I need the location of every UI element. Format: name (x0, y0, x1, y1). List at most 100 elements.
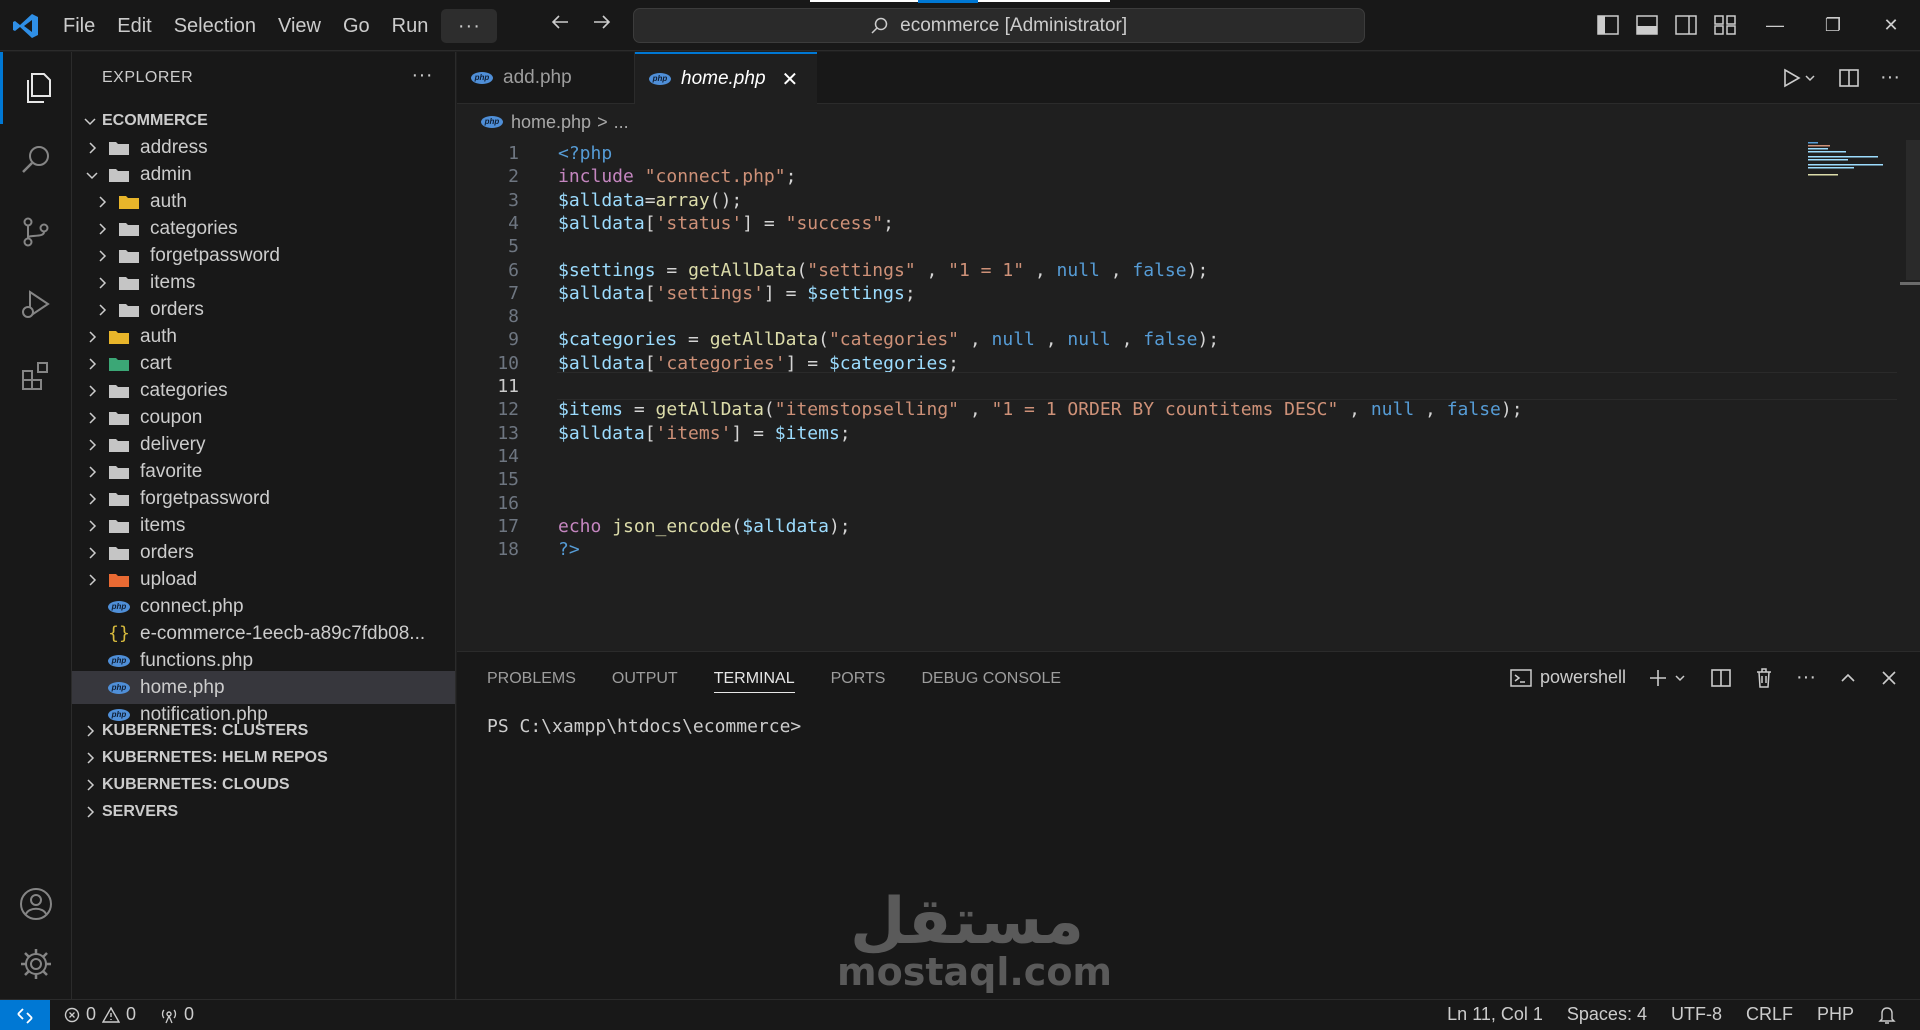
customize-layout-icon[interactable] (1713, 14, 1737, 36)
tab-output[interactable]: OUTPUT (612, 670, 678, 688)
split-editor-icon[interactable] (1838, 67, 1860, 89)
chevron-right-icon[interactable] (84, 437, 100, 453)
maximize-panel-chevron-up-icon[interactable] (1838, 668, 1858, 688)
notifications-bell-icon[interactable] (1878, 1005, 1896, 1025)
chevron-right-icon[interactable] (82, 777, 98, 793)
encoding[interactable]: UTF-8 (1671, 1004, 1722, 1025)
language-mode[interactable]: PHP (1817, 1004, 1854, 1025)
code-token: ); (828, 515, 851, 537)
panel-more-icon[interactable]: ··· (1796, 666, 1816, 689)
code-token: $alldata (558, 352, 645, 374)
run-file-icon[interactable] (1780, 67, 1818, 89)
cursor-position[interactable]: Ln 11, Col 1 (1447, 1004, 1543, 1025)
terminal-prompt[interactable]: PS C:\xampp\htdocs\ecommerce> (487, 716, 801, 737)
tab-terminal[interactable]: TERMINAL (713, 670, 795, 693)
restore-icon[interactable]: ❐ (1804, 0, 1862, 51)
code-token: [ (644, 282, 656, 304)
editor-scrollbar[interactable] (1906, 140, 1920, 280)
explorer-icon[interactable] (0, 52, 72, 124)
indentation[interactable]: Spaces: 4 (1567, 1004, 1647, 1025)
tab-add-php[interactable]: php add.php (457, 52, 635, 104)
tab-home-php[interactable]: php home.php ✕ (635, 52, 817, 104)
chevron-right-icon[interactable] (94, 194, 110, 210)
status-left: 0 0 0 (64, 1004, 194, 1025)
chevron-right-icon[interactable] (84, 572, 100, 588)
chevron-right-icon[interactable] (84, 545, 100, 561)
ports-status[interactable]: 0 (160, 1004, 194, 1025)
menu-file[interactable]: File (52, 9, 106, 43)
run-debug-icon[interactable] (0, 268, 72, 340)
source-control-icon[interactable] (0, 196, 72, 268)
editor-actions: ··· (1780, 66, 1900, 89)
chevron-right-icon[interactable] (94, 302, 110, 318)
tab-problems[interactable]: PROBLEMS (487, 670, 576, 688)
chevron-right-icon[interactable] (94, 275, 110, 291)
toggle-secondary-sidebar-icon[interactable] (1674, 14, 1698, 36)
menu-view[interactable]: View (267, 9, 332, 43)
menu-edit[interactable]: Edit (106, 9, 162, 43)
chevron-down-icon[interactable] (84, 167, 100, 183)
code-token: null (1370, 399, 1415, 421)
chevron-right-icon[interactable] (84, 329, 100, 345)
title-bar: File Edit Selection View Go Run ··· ecom… (0, 0, 1920, 51)
search-view-icon[interactable] (0, 124, 72, 196)
breadcrumb-file[interactable]: home.php (511, 112, 591, 133)
php-file-icon: php (108, 681, 130, 694)
code-token: getAllData (655, 399, 764, 421)
new-terminal-icon[interactable] (1648, 667, 1688, 689)
chevron-right-icon[interactable] (84, 491, 100, 507)
tab-debug-console[interactable]: DEBUG CONSOLE (921, 670, 1061, 688)
chevron-right-icon[interactable] (82, 723, 98, 739)
editor-more-icon[interactable]: ··· (1880, 66, 1900, 89)
command-center-search[interactable]: ecommerce [Administrator] (633, 8, 1365, 43)
menu-go[interactable]: Go (332, 9, 381, 43)
explorer-more-button[interactable]: ··· (412, 64, 433, 87)
code-token: ( (818, 329, 829, 351)
toggle-panel-icon[interactable] (1635, 14, 1659, 36)
code-token: $alldata (558, 212, 645, 234)
chevron-right-icon[interactable] (82, 750, 98, 766)
tab-label: home.php (681, 68, 766, 89)
minimize-icon[interactable]: — (1746, 0, 1804, 51)
chevron-right-icon[interactable] (94, 248, 110, 264)
code-token: $alldata (558, 422, 645, 444)
code-token: 'categories' (655, 352, 786, 374)
back-arrow-icon[interactable] (548, 10, 572, 34)
sidebar-section[interactable]: SERVERS (72, 795, 455, 828)
toggle-primary-sidebar-icon[interactable] (1596, 14, 1620, 36)
forward-arrow-icon[interactable] (590, 10, 614, 34)
problems-status[interactable]: 0 0 (64, 1004, 136, 1025)
terminal-profile[interactable]: powershell (1510, 667, 1626, 688)
code-token: ( (796, 259, 808, 281)
close-panel-icon[interactable] (1880, 669, 1898, 687)
section-label: SERVERS (102, 802, 179, 820)
kill-terminal-trash-icon[interactable] (1754, 667, 1774, 689)
breadcrumb-rest[interactable]: ... (614, 112, 629, 133)
tab-ports[interactable]: PORTS (831, 670, 886, 688)
chevron-right-icon[interactable] (84, 383, 100, 399)
close-window-icon[interactable]: ✕ (1862, 0, 1920, 51)
menu-more-button[interactable]: ··· (441, 8, 498, 43)
folder-icon (109, 492, 129, 506)
chevron-right-icon[interactable] (84, 464, 100, 480)
chevron-right-icon[interactable] (84, 410, 100, 426)
chevron-right-icon[interactable] (84, 356, 100, 372)
chevron-right-icon[interactable] (84, 140, 100, 156)
chevron-right-icon[interactable] (84, 518, 100, 534)
code-token: ; (948, 352, 960, 374)
chevron-right-icon[interactable] (82, 804, 98, 820)
menu-run[interactable]: Run (381, 9, 440, 43)
code-line[interactable]: 18 ?> (457, 536, 1897, 564)
menu-selection[interactable]: Selection (163, 9, 267, 43)
chevron-down-icon[interactable] (82, 113, 98, 129)
remote-indicator-icon[interactable] (0, 1000, 50, 1030)
extensions-icon[interactable] (0, 340, 72, 412)
code-editor[interactable]: 1 <?php 2 include "connect.php"; 3 $alldata=a… (457, 140, 1920, 650)
chevron-right-icon[interactable] (94, 221, 110, 237)
minimap[interactable] (1808, 140, 1898, 180)
settings-gear-icon[interactable] (0, 928, 72, 1000)
end-of-line[interactable]: CRLF (1746, 1004, 1793, 1025)
warning-count: 0 (126, 1004, 137, 1024)
close-tab-icon[interactable]: ✕ (782, 67, 799, 92)
split-terminal-icon[interactable] (1710, 667, 1732, 689)
